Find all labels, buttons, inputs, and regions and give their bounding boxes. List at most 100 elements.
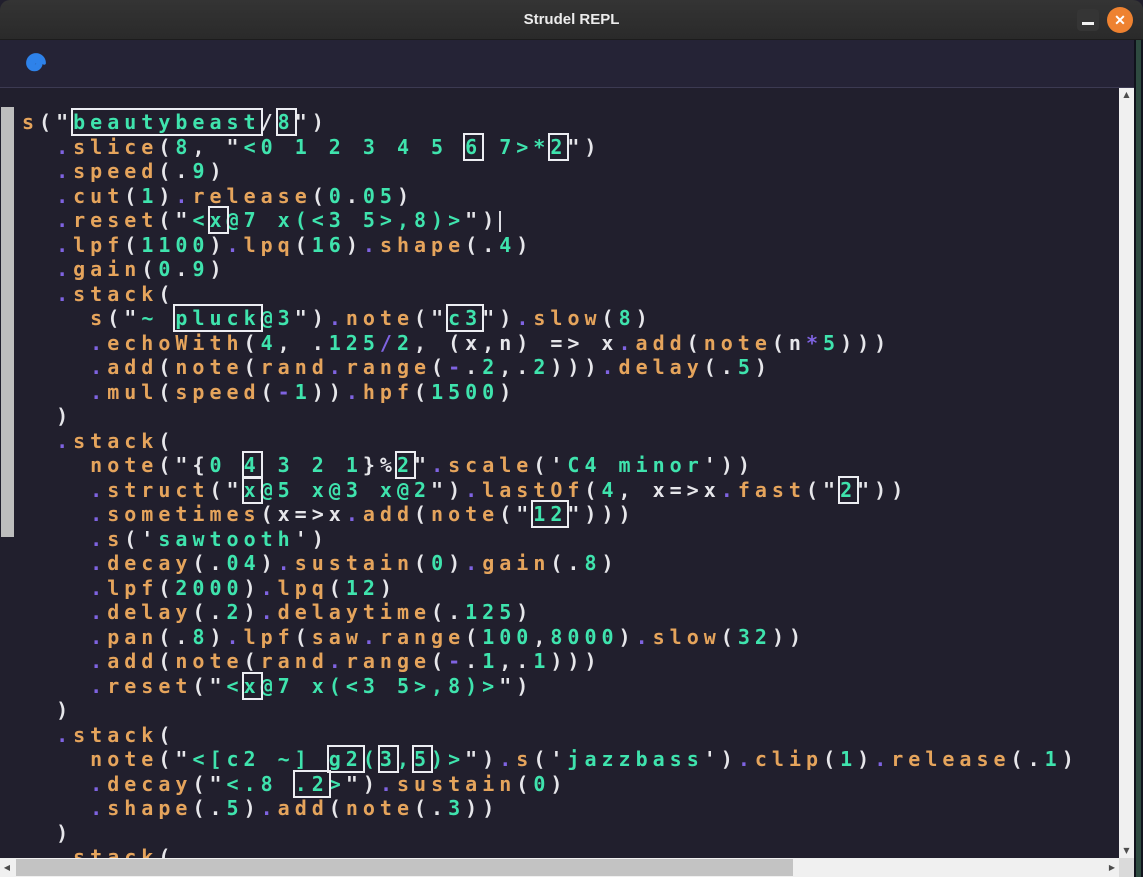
code-token: .: [90, 576, 107, 600]
active-token-highlight: 2: [550, 135, 567, 159]
code-token: [22, 723, 56, 747]
code-token: (.: [192, 796, 226, 820]
code-token: 1500: [431, 380, 499, 404]
code-token: , (x,n) => x: [414, 331, 619, 355]
code-token: rand: [261, 649, 329, 673]
code-token: reset: [73, 208, 158, 232]
code-token: , ": [192, 135, 243, 159]
code-token: note: [704, 331, 772, 355]
code-token: [22, 331, 90, 355]
code-token: "): [431, 478, 465, 502]
code-token: (: [141, 257, 158, 281]
code-token: (.: [1011, 747, 1045, 771]
code-token: (: [158, 282, 175, 306]
code-token: (: [244, 649, 261, 673]
code-token: "): [295, 306, 329, 330]
code-line: ): [22, 698, 1119, 723]
code-token: (.: [704, 355, 738, 379]
code-token: 2: [397, 331, 414, 355]
code-token: (: [312, 184, 329, 208]
code-token: gain: [73, 257, 141, 281]
code-token: .: [329, 306, 346, 330]
code-token: (": [158, 453, 192, 477]
code-token: .: [261, 796, 278, 820]
code-token: s: [516, 747, 533, 771]
code-token: (: [244, 355, 261, 379]
strudel-logo-icon[interactable]: [20, 49, 49, 77]
code-token: 0: [533, 772, 550, 796]
code-token: 9: [192, 257, 209, 281]
window-right-border: [1134, 40, 1143, 877]
code-token: 2: [482, 355, 499, 379]
titlebar[interactable]: Strudel REPL ✕: [0, 0, 1143, 40]
code-token: .: [721, 478, 738, 502]
code-token: (: [124, 233, 141, 257]
minimize-button[interactable]: [1077, 9, 1099, 31]
code-token: <: [192, 208, 209, 232]
code-token: (: [158, 649, 175, 673]
code-line: .s('sawtooth'): [22, 527, 1119, 552]
active-token-highlight: 4: [244, 453, 261, 477]
code-token: lpf: [244, 625, 295, 649]
code-token: scale: [448, 453, 533, 477]
code-token: sustain: [397, 772, 516, 796]
code-token: (": [414, 306, 448, 330]
code-token: (: [295, 233, 312, 257]
horizontal-scrollbar[interactable]: ◀ ▶: [0, 858, 1119, 877]
code-token: [22, 551, 90, 575]
code-line: .echoWith(4, .125/2, (x,n) => x.add(note…: [22, 331, 1119, 356]
code-token: (": [158, 208, 192, 232]
code-token: .: [346, 380, 363, 404]
code-token: )): [465, 796, 499, 820]
code-token: [22, 380, 90, 404]
code-token: (: [363, 747, 380, 771]
code-token: .: [90, 331, 107, 355]
close-button[interactable]: ✕: [1107, 7, 1133, 33]
code-token: (: [414, 502, 431, 526]
code-token: "): [465, 747, 499, 771]
code-token: [22, 184, 56, 208]
code-token: decay: [107, 772, 192, 796]
active-token-highlight: x: [244, 478, 261, 502]
code-token: note: [346, 306, 414, 330]
code-token: lastOf: [482, 478, 584, 502]
code-token: lpq: [278, 576, 329, 600]
code-token: (": [806, 478, 840, 502]
code-token: (: [158, 135, 175, 159]
code-token: ): [380, 576, 397, 600]
code-token: release: [891, 747, 1010, 771]
code-token: (.: [414, 796, 448, 820]
vertical-scrollbar[interactable]: ▲ ▼: [1119, 88, 1134, 858]
scroll-left-button[interactable]: ◀: [0, 858, 14, 877]
code-token: [22, 306, 90, 330]
code-token: (: [158, 723, 175, 747]
horizontal-scrollbar-thumb[interactable]: [16, 859, 793, 876]
code-token: (.: [550, 551, 584, 575]
code-token: reset: [107, 674, 192, 698]
code-token: .: [56, 723, 73, 747]
scroll-right-button[interactable]: ▶: [1105, 858, 1119, 877]
code-token: jazzbass: [567, 747, 703, 771]
code-token: hpf: [363, 380, 414, 404]
code-token: ): [209, 625, 226, 649]
code-token: [22, 772, 90, 796]
code-token: s: [22, 110, 39, 134]
code-token: .: [227, 625, 244, 649]
vertical-scrollbar-thumb[interactable]: [1, 107, 14, 537]
code-token: <: [227, 674, 244, 698]
code-token: (: [602, 306, 619, 330]
code-line: .mul(speed(-1)).hpf(1500): [22, 380, 1119, 405]
scroll-up-button[interactable]: ▲: [1119, 88, 1134, 102]
code-token: "): [499, 674, 533, 698]
code-token: n: [789, 331, 806, 355]
scroll-down-button[interactable]: ▼: [1119, 844, 1134, 858]
code-line: .decay(.04).sustain(0).gain(.8): [22, 551, 1119, 576]
code-editor[interactable]: s("beautybeast/8") .slice(8, "<0 1 2 3 4…: [0, 88, 1119, 858]
code-token: ): [244, 796, 261, 820]
code-token: (.: [431, 600, 465, 624]
code-line: .stack(: [22, 282, 1119, 307]
code-token: .: [175, 257, 192, 281]
code-line: .speed(.9): [22, 159, 1119, 184]
code-token: )): [772, 625, 806, 649]
code-line: .pan(.8).lpf(saw.range(100,8000).slow(32…: [22, 625, 1119, 650]
